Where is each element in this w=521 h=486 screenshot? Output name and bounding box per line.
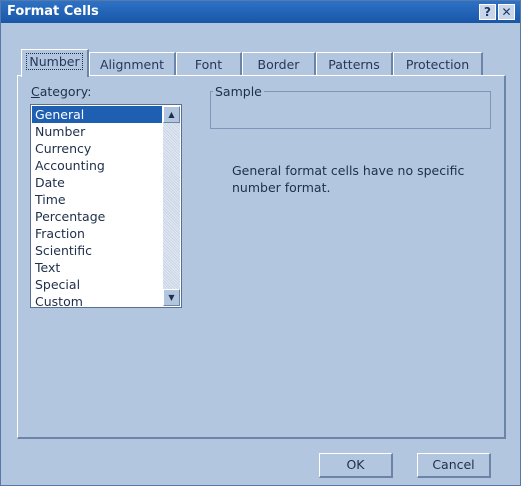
- tab-number[interactable]: Number: [21, 49, 89, 77]
- category-item-special[interactable]: Special: [32, 276, 162, 293]
- tab-protection[interactable]: Protection: [393, 52, 483, 76]
- category-item-general[interactable]: General: [32, 106, 162, 123]
- category-scrollbar[interactable]: ▲ ▼: [163, 106, 180, 306]
- scroll-up-arrow-icon[interactable]: ▲: [163, 106, 180, 123]
- category-item-scientific[interactable]: Scientific: [32, 242, 162, 259]
- tab-alignment[interactable]: Alignment: [89, 52, 176, 76]
- tab-alignment-label: Alignment: [99, 57, 165, 72]
- close-button[interactable]: ✕: [498, 4, 515, 20]
- scroll-down-arrow-icon[interactable]: ▼: [163, 289, 180, 306]
- category-list: General Number Currency Accounting Date …: [32, 106, 162, 310]
- category-item-accounting[interactable]: Accounting: [32, 157, 162, 174]
- tab-border[interactable]: Border: [242, 52, 316, 76]
- sample-label: Sample: [213, 84, 264, 99]
- category-item-fraction[interactable]: Fraction: [32, 225, 162, 242]
- tab-patterns[interactable]: Patterns: [316, 52, 393, 76]
- category-item-date[interactable]: Date: [32, 174, 162, 191]
- title-bar[interactable]: Format Cells ? ✕: [1, 1, 520, 23]
- category-item-number[interactable]: Number: [32, 123, 162, 140]
- category-item-currency[interactable]: Currency: [32, 140, 162, 157]
- tab-font-label: Font: [194, 57, 223, 72]
- tab-font[interactable]: Font: [176, 52, 242, 76]
- category-item-percentage[interactable]: Percentage: [32, 208, 162, 225]
- tab-patterns-label: Patterns: [328, 57, 380, 72]
- tab-border-label: Border: [257, 57, 300, 72]
- category-item-custom[interactable]: Custom: [32, 293, 162, 310]
- format-description: General format cells have no specific nu…: [232, 163, 465, 195]
- cancel-button[interactable]: Cancel: [417, 453, 491, 478]
- category-label: Category:: [31, 84, 91, 99]
- category-listbox[interactable]: General Number Currency Accounting Date …: [30, 104, 182, 310]
- window-title: Format Cells: [7, 4, 99, 19]
- tab-protection-label: Protection: [405, 57, 470, 72]
- format-cells-dialog: Format Cells ? ✕ Number Alignment Font B…: [0, 0, 521, 486]
- ok-button[interactable]: OK: [319, 453, 393, 478]
- tab-number-label: Number: [26, 53, 83, 70]
- category-label-text: ategory:: [39, 84, 92, 99]
- help-button[interactable]: ?: [479, 4, 496, 20]
- category-label-accesskey: C: [31, 84, 40, 99]
- category-item-text[interactable]: Text: [32, 259, 162, 276]
- category-item-time[interactable]: Time: [32, 191, 162, 208]
